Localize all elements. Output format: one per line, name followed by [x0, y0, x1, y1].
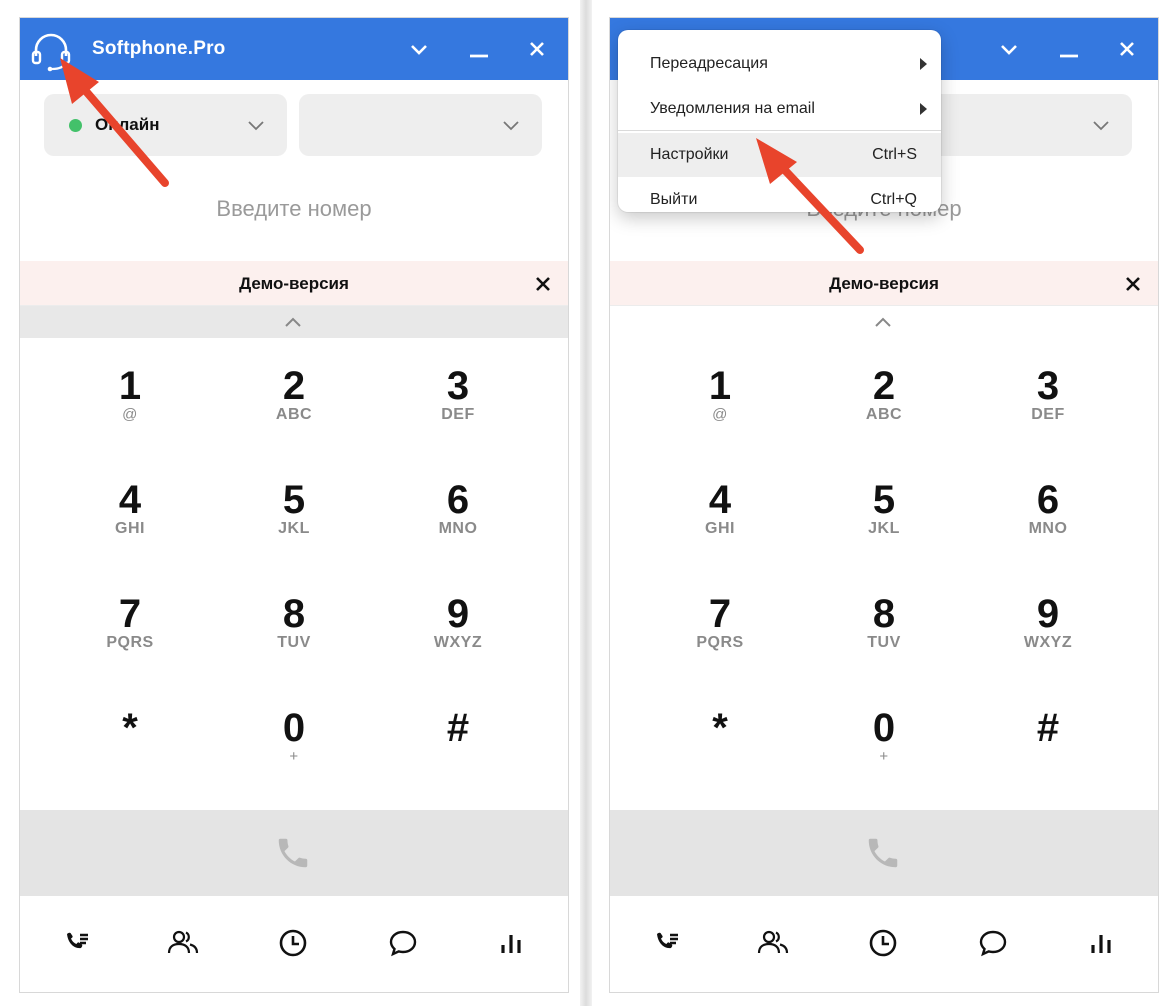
- annotation-arrow-left: [60, 58, 169, 187]
- annotation-arrow-right: [756, 138, 864, 254]
- annotation-arrows: [60, 58, 864, 254]
